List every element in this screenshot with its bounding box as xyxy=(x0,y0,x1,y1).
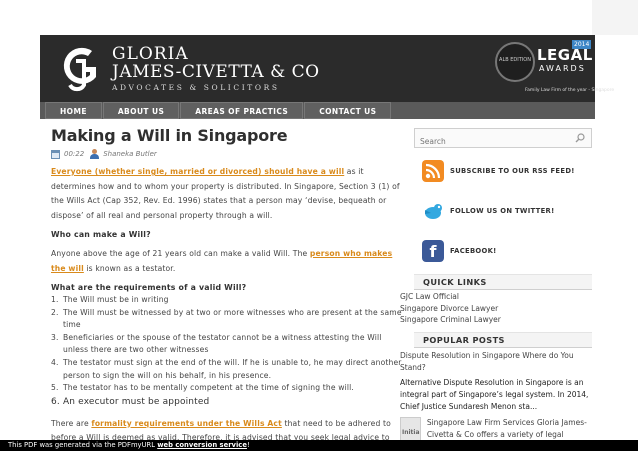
list-item-number: 6. xyxy=(51,396,60,407)
logo-line-1: GLORIA xyxy=(112,44,189,64)
sidebar: SUBSCRIBE TO OUR RSS FEED! FOLLOW US ON … xyxy=(400,128,592,451)
nav-item-contact-us[interactable]: CONTACT US xyxy=(304,102,392,119)
rss-link[interactable]: SUBSCRIBE TO OUR RSS FEED! xyxy=(450,167,575,175)
quick-link-singapore-criminal-lawyer[interactable]: Singapore Criminal Lawyer xyxy=(400,314,592,326)
list-item: 5. The testator has to be mentally compet… xyxy=(51,382,409,395)
legal-awards-badge: ALB EDITION LEGAL 2014 AWARDS Family Law… xyxy=(495,40,614,98)
pdf-bar-link[interactable]: web conversion service xyxy=(157,441,247,449)
search-box xyxy=(414,128,592,151)
post-time: 00:22 xyxy=(64,150,85,158)
heading-who-can-make-a-will: Who can make a Will? xyxy=(51,230,151,239)
twitter-follow[interactable]: FOLLOW US ON TWITTER! xyxy=(414,194,592,228)
list-item-number: 1. xyxy=(51,295,59,304)
paragraph-age-text-start: Anyone above the age of 21 years old can… xyxy=(51,249,310,258)
award-awards-text: AWARDS xyxy=(539,64,586,73)
nav-item-areas-of-practics[interactable]: AREAS OF PRACTICS xyxy=(180,102,304,119)
quick-links-title: QUICK LINKS xyxy=(414,274,592,290)
list-item-text: The Will must be in writing xyxy=(63,295,169,304)
post-author[interactable]: Shaneka Butler xyxy=(103,150,157,158)
twitter-link[interactable]: FOLLOW US ON TWITTER! xyxy=(450,207,554,215)
list-item-text: Beneficiaries or the spouse of the testa… xyxy=(63,332,382,355)
heading-requirements: What are the requirements of a valid Wil… xyxy=(51,283,247,292)
twitter-bird-icon[interactable] xyxy=(422,200,444,222)
calendar-icon xyxy=(51,149,60,159)
paragraph-age-text-end: is known as a testator. xyxy=(83,263,176,273)
paragraph-intro: Everyone (whether single, married or div… xyxy=(51,165,409,223)
list-item-text: An executor must be appointed xyxy=(63,396,210,407)
list-item: 3. Beneficiaries or the spouse of the tes… xyxy=(51,332,409,357)
logo-line-2: JAMES-CIVETTA & CO xyxy=(112,62,320,82)
article: Making a Will in Singapore 00:22 Shaneka… xyxy=(51,126,409,446)
list-item: 4. The testator must sign at the end of t… xyxy=(51,357,409,382)
popular-posts-list: Dispute Resolution in Singapore Where do… xyxy=(400,350,590,451)
list-item-number: 4. xyxy=(51,357,59,367)
logo-line-3: ADVOCATES & SOLICITORS xyxy=(112,83,280,92)
list-item: 2. The Will must be witnessed by at two o… xyxy=(51,307,409,332)
pdf-bar-suffix: ! xyxy=(246,441,250,449)
award-year: 2014 xyxy=(572,40,592,49)
popular-post-link[interactable]: Dispute Resolution in Singapore Where do… xyxy=(400,350,590,374)
quick-links-list: GJC Law Official Singapore Divorce Lawye… xyxy=(400,290,592,326)
popular-posts-title: POPULAR POSTS xyxy=(414,331,592,348)
search-input[interactable] xyxy=(415,132,565,151)
link-everyone-should-have-a-will[interactable]: Everyone (whether single, married or div… xyxy=(51,167,344,176)
gjc-logo-icon xyxy=(63,47,96,92)
page-title: Making a Will in Singapore xyxy=(51,126,288,145)
link-formality-requirements[interactable]: formality requirements under the Wills A… xyxy=(91,419,282,428)
facebook-icon[interactable]: f xyxy=(422,240,444,262)
logo-wordmark[interactable]: GLORIA JAMES-CIVETTA & CO ADVOCATES & SO… xyxy=(112,46,320,92)
rss-icon[interactable] xyxy=(422,160,444,182)
facebook-link[interactable]: FACEBOOK! xyxy=(450,247,497,255)
quick-link-singapore-divorce-lawyer[interactable]: Singapore Divorce Lawyer xyxy=(400,303,592,315)
main-nav: HOME ABOUT US AREAS OF PRACTICS CONTACT … xyxy=(40,102,595,119)
facebook-follow[interactable]: f FACEBOOK! xyxy=(414,234,592,268)
pdf-bar-prefix: This PDF was generated via the PDFmyURL xyxy=(8,441,158,449)
list-item-text: The Will must be witnessed by at two or … xyxy=(63,307,402,330)
top-strip xyxy=(0,0,638,35)
site-header-banner: GLORIA JAMES-CIVETTA & CO ADVOCATES & SO… xyxy=(40,35,614,102)
paragraph-age: Anyone above the age of 21 years old can… xyxy=(51,247,409,276)
list-item-number: 3. xyxy=(51,332,59,342)
nav-item-about-us[interactable]: ABOUT US xyxy=(102,102,180,119)
popular-post-excerpt: Alternative Dispute Resolution in Singap… xyxy=(400,377,589,411)
list-item-text: The testator has to be mentally competen… xyxy=(63,383,354,393)
list-item-text: The testator must sign at the end of the… xyxy=(63,357,402,380)
author-icon xyxy=(90,149,100,159)
pdf-generated-bar: This PDF was generated via the PDFmyURL … xyxy=(0,440,638,451)
post-meta: 00:22 Shaneka Butler xyxy=(51,148,409,160)
quick-link-gjc-law-official[interactable]: GJC Law Official xyxy=(400,291,592,303)
list-item-number: 2. xyxy=(51,307,59,317)
list-item-number: 5. xyxy=(51,383,59,393)
rss-subscribe[interactable]: SUBSCRIBE TO OUR RSS FEED! xyxy=(414,154,592,188)
top-strip-right xyxy=(592,0,638,35)
list-item: 1. The Will must be in writing xyxy=(51,294,409,307)
nav-item-home[interactable]: HOME xyxy=(45,102,102,119)
requirements-list: 1. The Will must be in writing 2. The Will… xyxy=(51,294,409,409)
list-item: 6. An executor must be appointed xyxy=(51,395,409,409)
search-icon[interactable] xyxy=(575,133,585,143)
award-subtitle: Family Law Firm of the year - Singapore xyxy=(525,88,615,93)
paragraph-formality-text-start: There are xyxy=(51,418,92,428)
award-seal: ALB EDITION xyxy=(495,42,535,82)
